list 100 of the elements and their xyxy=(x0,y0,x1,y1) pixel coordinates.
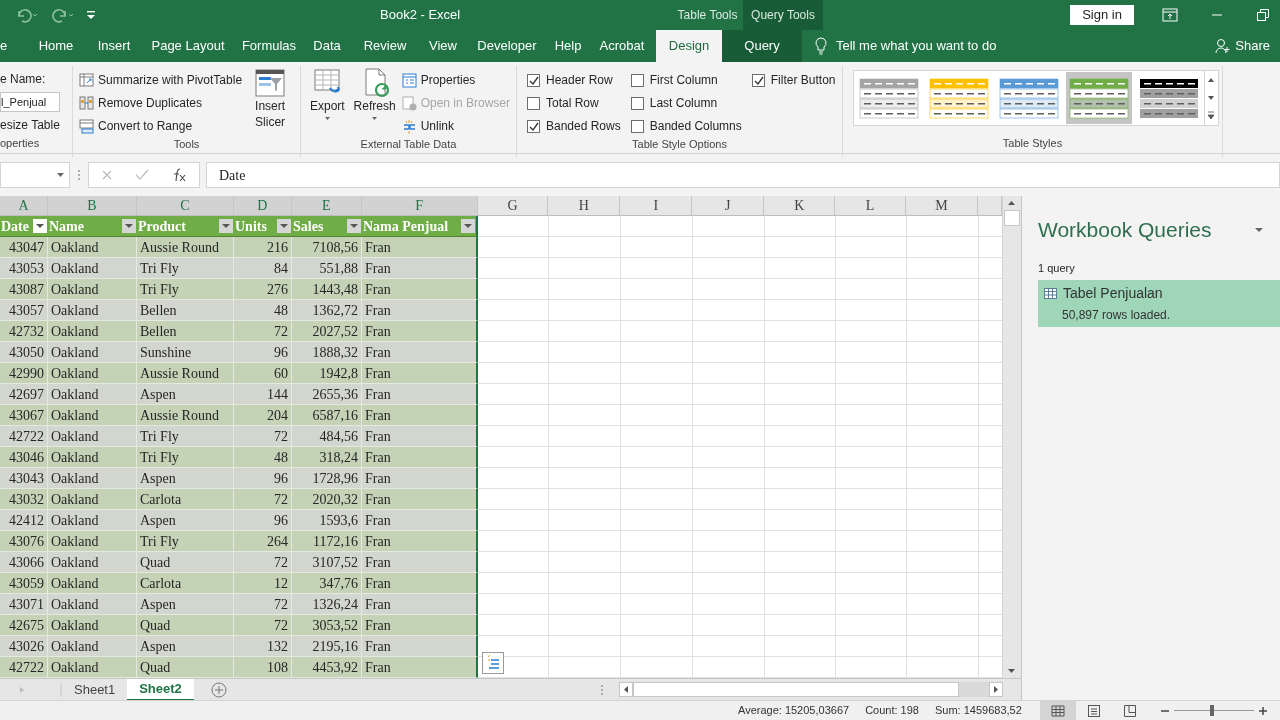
formula-field[interactable]: Date xyxy=(206,162,1280,188)
ribbon-tab[interactable]: Help xyxy=(548,30,588,62)
scroll-left-icon[interactable] xyxy=(619,682,633,697)
ribbon-command[interactable]: Convert to Range xyxy=(79,116,243,136)
ribbon-command[interactable]: Summarize with PivotTable xyxy=(79,70,243,90)
ribbon-command[interactable]: Remove Duplicates xyxy=(79,93,243,113)
table-cell: 108 xyxy=(234,657,292,678)
filter-button[interactable] xyxy=(461,219,475,233)
add-sheet-icon[interactable] xyxy=(209,680,228,699)
table-cell: 72 xyxy=(234,426,292,447)
checkbox-label[interactable]: Banded Columns xyxy=(649,117,742,135)
ribbon-tab[interactable]: Query xyxy=(722,30,802,62)
dropdown-icon xyxy=(280,223,288,229)
column-header[interactable]: A xyxy=(0,196,48,215)
sheet-tab[interactable]: Sheet1 xyxy=(62,678,128,701)
table-style-swatch[interactable] xyxy=(1066,72,1132,124)
filter-button[interactable] xyxy=(219,219,233,233)
resize-table-button[interactable]: esize Table xyxy=(0,116,72,134)
query-item[interactable]: Tabel Penjualan 50,897 rows loaded. xyxy=(1038,280,1280,327)
ribbon-tab[interactable]: Home xyxy=(26,30,86,62)
column-header[interactable]: J xyxy=(692,196,765,215)
ribbon-tab[interactable]: Formulas xyxy=(234,30,304,62)
table-cell: Fran xyxy=(362,237,478,258)
column-header[interactable]: H xyxy=(548,196,621,215)
checkbox[interactable] xyxy=(527,73,540,87)
checkbox[interactable] xyxy=(630,73,644,87)
zoom-slider-thumb[interactable] xyxy=(1209,705,1214,716)
redo-icon[interactable] xyxy=(50,7,74,23)
view-button[interactable] xyxy=(1039,700,1076,720)
sign-in-button[interactable]: Sign in xyxy=(1070,5,1134,25)
column-header[interactable]: G xyxy=(477,196,549,215)
customize-toolbar-icon[interactable] xyxy=(86,9,96,21)
checkbox-label[interactable]: Banded Rows xyxy=(546,117,621,135)
dropdown-icon xyxy=(56,171,65,179)
tell-me-search[interactable]: Tell me what you want to do xyxy=(836,36,997,56)
ribbon-tab[interactable]: Data xyxy=(304,30,350,62)
checkbox[interactable] xyxy=(527,119,540,133)
column-header[interactable]: K xyxy=(764,196,836,215)
table-cell: 43026 xyxy=(0,636,48,657)
checkbox-label[interactable]: Total Row xyxy=(546,94,599,112)
zoom-in-icon[interactable] xyxy=(1257,705,1268,716)
ribbon-command[interactable]: Unlink xyxy=(401,116,510,136)
ribbon-tab[interactable]: Insert xyxy=(86,30,142,62)
ribbon-tab[interactable]: Review xyxy=(350,30,420,62)
group-caption: Table Styles xyxy=(1001,135,1064,151)
share-button[interactable]: Share xyxy=(1215,30,1270,62)
table-cell: Fran xyxy=(362,363,478,384)
quick-analysis-icon[interactable] xyxy=(482,652,504,674)
table-name-field[interactable]: l_Penjual xyxy=(0,92,60,112)
table-cell: Fran xyxy=(362,300,478,321)
ribbon-tab[interactable]: Page Layout xyxy=(142,30,234,62)
split-handle-icon[interactable] xyxy=(599,682,605,697)
scrollbar-thumb[interactable] xyxy=(1004,210,1020,226)
pane-menu-icon[interactable] xyxy=(1254,225,1264,234)
ribbon-tab[interactable]: Developer xyxy=(466,30,548,62)
filter-button[interactable] xyxy=(347,219,361,233)
restore-icon[interactable] xyxy=(1256,8,1270,22)
checkbox[interactable] xyxy=(630,119,644,133)
horizontal-scrollbar[interactable] xyxy=(619,682,1003,697)
drag-handle-icon[interactable] xyxy=(76,168,82,182)
checkbox[interactable] xyxy=(630,96,644,110)
ribbon-tab[interactable]: Design xyxy=(656,30,722,62)
column-header[interactable]: L xyxy=(835,196,907,215)
scrollbar-thumb[interactable] xyxy=(633,682,959,697)
table-cell: 72 xyxy=(234,552,292,573)
vertical-scrollbar[interactable] xyxy=(1002,196,1021,678)
ribbon-tab[interactable]: View xyxy=(420,30,466,62)
filter-button[interactable] xyxy=(277,219,291,233)
column-header[interactable]: C xyxy=(136,196,234,215)
column-header[interactable]: I xyxy=(620,196,693,215)
checkbox-label[interactable]: First Column xyxy=(649,71,718,89)
table-cell: Aussie Round xyxy=(137,363,234,384)
insert-slicer-button[interactable]: Insert Slicer xyxy=(248,68,293,136)
checkbox[interactable] xyxy=(527,96,540,110)
ribbon-command[interactable]: Properties xyxy=(401,70,510,90)
query-count: 1 query xyxy=(1038,260,1076,276)
column-header[interactable]: F xyxy=(361,196,478,215)
checkbox-label[interactable]: Last Column xyxy=(649,94,718,112)
table-cell: Oakland xyxy=(48,468,137,489)
column-header[interactable]: B xyxy=(47,196,137,215)
table-cell: Oakland xyxy=(48,573,137,594)
function-icon[interactable] xyxy=(171,168,187,182)
table-cell: 48 xyxy=(234,300,292,321)
checkbox-label[interactable]: Header Row xyxy=(546,71,613,89)
ribbon-command[interactable]: Export xyxy=(307,68,348,136)
ribbon-tab[interactable]: e xyxy=(0,30,26,62)
checkbox[interactable] xyxy=(751,73,765,87)
scroll-right-icon[interactable] xyxy=(989,682,1003,697)
ribbon-command[interactable]: Refresh xyxy=(353,68,396,136)
filter-button[interactable] xyxy=(33,219,47,233)
filter-button[interactable] xyxy=(122,219,136,233)
ribbon-display-icon[interactable] xyxy=(1162,8,1178,22)
checkbox-label[interactable]: Filter Button xyxy=(770,71,836,89)
column-header[interactable]: M xyxy=(906,196,979,215)
column-heading: Product xyxy=(138,217,186,236)
ribbon-tab[interactable]: Acrobat xyxy=(588,30,656,62)
column-header[interactable]: D xyxy=(233,196,292,215)
column-header[interactable]: E xyxy=(291,196,362,215)
table-cell: 96 xyxy=(234,510,292,531)
sheet-tab[interactable]: Sheet2 xyxy=(127,678,194,701)
